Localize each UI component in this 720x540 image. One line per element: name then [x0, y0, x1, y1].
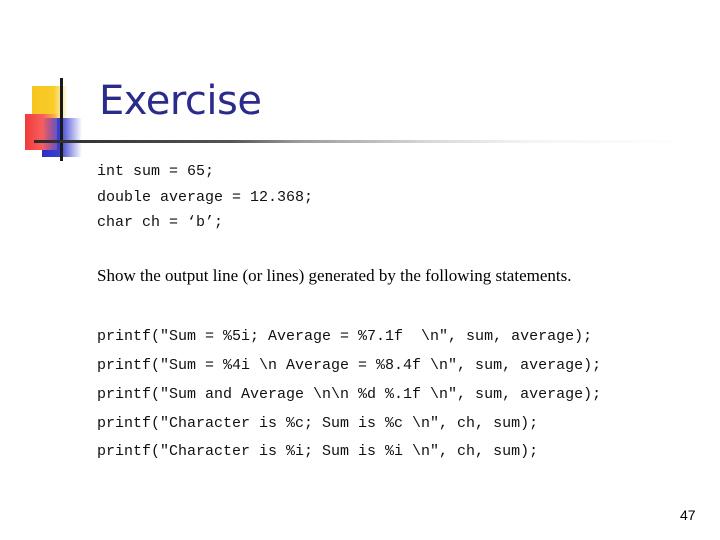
decor-vertical-line [60, 78, 63, 161]
statement-line: printf("Sum = %4i \n Average = %8.4f \n"… [97, 357, 602, 374]
statement-line: printf("Sum and Average \n\n %d %.1f \n"… [97, 386, 602, 403]
statement-line: printf("Sum = %5i; Average = %7.1f \n", … [97, 328, 593, 345]
slide-title: Exercise [99, 78, 262, 124]
statement-line: printf("Character is %c; Sum is %c \n", … [97, 415, 539, 432]
statement-line: printf("Character is %i; Sum is %i \n", … [97, 443, 539, 460]
page-number: 47 [680, 507, 696, 523]
title-underline [34, 140, 694, 143]
declaration-line: int sum = 65; [97, 163, 215, 180]
declaration-line: double average = 12.368; [97, 189, 314, 206]
decor-red-square [25, 114, 57, 150]
declaration-line: char ch = ‘b’; [97, 214, 224, 231]
instruction-text: Show the output line (or lines) generate… [97, 266, 572, 285]
